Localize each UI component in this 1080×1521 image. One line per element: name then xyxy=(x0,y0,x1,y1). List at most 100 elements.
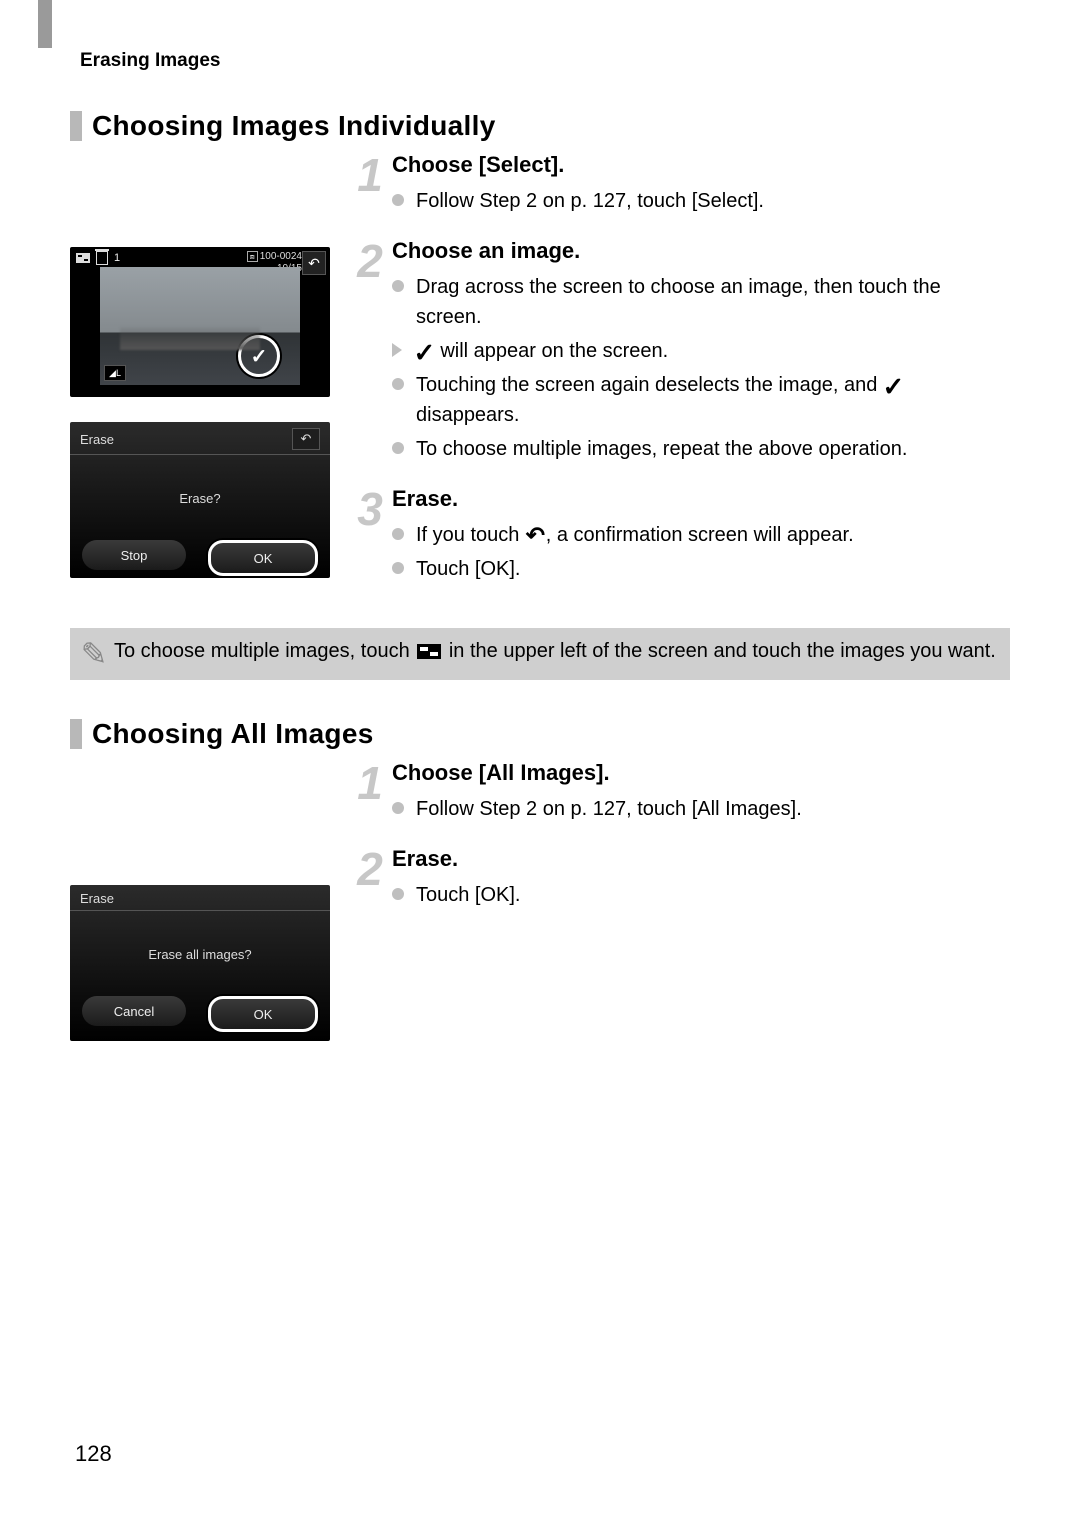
spacer xyxy=(70,760,330,860)
step-1: 1 Choose [Select]. Follow Step 2 on p. 1… xyxy=(350,152,1010,220)
step-number: 1 xyxy=(350,760,390,828)
heading-bar xyxy=(70,719,82,749)
page-number: 128 xyxy=(75,1441,112,1467)
dialog-buttons: Stop OK xyxy=(70,540,330,578)
step-number: 3 xyxy=(350,486,390,588)
back-icon: ↶ xyxy=(302,251,326,275)
heading-text: Choosing Images Individually xyxy=(92,110,496,142)
bullet-text: Follow Step 2 on p. 127, touch [Select]. xyxy=(416,186,1010,216)
back-icon: ↶ xyxy=(292,428,320,450)
step-body: Choose an image. Drag across the screen … xyxy=(392,238,1010,468)
section-heading-all: Choosing All Images xyxy=(70,718,1010,750)
bullet: If you touch ↶, a confirmation screen wi… xyxy=(392,520,1010,550)
step-body: Erase. Touch [OK]. xyxy=(392,846,1010,914)
step-number: 2 xyxy=(350,238,390,468)
quality-badge: ◢L xyxy=(104,365,126,381)
bullet-dot-icon xyxy=(392,528,404,540)
bullet-dot-icon xyxy=(392,888,404,900)
step-title: Choose [All Images]. xyxy=(392,760,1010,786)
tip-text: To choose multiple images, touch in the … xyxy=(114,636,998,666)
checkmark-icon: ✓ xyxy=(882,368,904,407)
step-3: 3 Erase. If you touch ↶, a confirmation … xyxy=(350,486,1010,588)
bullet-text: Touch [OK]. xyxy=(416,880,1010,910)
step-title: Choose [Select]. xyxy=(392,152,1010,178)
dialog-message: Erase all images? xyxy=(70,947,330,962)
ok-button: OK xyxy=(208,996,318,1032)
multi-select-icon xyxy=(76,253,90,263)
bullet-triangle-icon xyxy=(392,343,402,357)
bullet-text: If you touch ↶, a confirmation screen wi… xyxy=(416,520,1010,550)
stop-button: Stop xyxy=(82,540,186,570)
step-body: Choose [Select]. Follow Step 2 on p. 127… xyxy=(392,152,1010,220)
step-title: Erase. xyxy=(392,486,1010,512)
step-number: 1 xyxy=(350,152,390,220)
preview-file: 100-0024 xyxy=(260,251,302,262)
bullet-dot-icon xyxy=(392,442,404,454)
erase-all-dialog-shot: Erase Erase all images? Cancel OK xyxy=(70,885,330,1041)
step-body: Erase. If you touch ↶, a confirmation sc… xyxy=(392,486,1010,588)
ok-button: OK xyxy=(208,540,318,576)
spacer xyxy=(70,152,330,222)
selection-check-icon: ✓ xyxy=(238,335,280,377)
section2-content: Erase Erase all images? Cancel OK 1 Choo… xyxy=(70,760,1010,1041)
multi-select-icon xyxy=(417,644,441,659)
bullet: Touch [OK]. xyxy=(392,880,1010,910)
bullet: Touching the screen again deselects the … xyxy=(392,370,1010,430)
bullet: Follow Step 2 on p. 127, touch [Select]. xyxy=(392,186,1010,216)
bullet: Touch [OK]. xyxy=(392,554,1010,584)
bullet-dot-icon xyxy=(392,802,404,814)
camera-preview-shot: 1 ⧈100-0024 10/15 ↶ ◢L ✓ xyxy=(70,247,330,397)
pencil-note-icon: ✎ xyxy=(74,636,114,670)
step-2: 2 Erase. Touch [OK]. xyxy=(350,846,1010,914)
section2-right: 1 Choose [All Images]. Follow Step 2 on … xyxy=(350,760,1010,1041)
bullet: To choose multiple images, repeat the ab… xyxy=(392,434,1010,464)
bullet-dot-icon xyxy=(392,280,404,292)
bullet-text: To choose multiple images, repeat the ab… xyxy=(416,434,1010,464)
heading-bar xyxy=(70,111,82,141)
bullet-text: Touch [OK]. xyxy=(416,554,1010,584)
checkmark-icon: ✓ xyxy=(413,334,435,373)
dialog-title-row: Erase ↶ xyxy=(70,428,330,454)
divider xyxy=(70,910,330,911)
bullet-dot-icon xyxy=(392,378,404,390)
page: Erasing Images Choosing Images Individua… xyxy=(0,0,1080,1521)
bullet: Drag across the screen to choose an imag… xyxy=(392,272,1010,332)
bullet-text: ✓ will appear on the screen. xyxy=(414,336,1010,366)
bullet-text: Drag across the screen to choose an imag… xyxy=(416,272,1010,332)
section1-right: 1 Choose [Select]. Follow Step 2 on p. 1… xyxy=(350,152,1010,606)
bullet-text: Touching the screen again deselects the … xyxy=(416,370,1010,430)
erase-confirm-dialog-shot: Erase ↶ Erase? Stop OK xyxy=(70,422,330,578)
section1-left: 1 ⧈100-0024 10/15 ↶ ◢L ✓ Erase ↶ xyxy=(70,152,330,606)
dialog-title: Erase xyxy=(80,432,114,447)
step-title: Erase. xyxy=(392,846,1010,872)
dialog-buttons: Cancel OK xyxy=(70,996,330,1040)
trash-icon xyxy=(96,251,108,265)
dialog-message: Erase? xyxy=(70,491,330,506)
preview-top-left: 1 xyxy=(76,251,120,265)
preview-count: 1 xyxy=(114,252,120,264)
bullet-dot-icon xyxy=(392,562,404,574)
bullet: Follow Step 2 on p. 127, touch [All Imag… xyxy=(392,794,1010,824)
step-1: 1 Choose [All Images]. Follow Step 2 on … xyxy=(350,760,1010,828)
return-icon: ↶ xyxy=(526,519,545,554)
breadcrumb: Erasing Images xyxy=(80,50,1010,72)
page-tab-mark xyxy=(38,0,52,48)
step-title: Choose an image. xyxy=(392,238,1010,264)
tip-box: ✎ To choose multiple images, touch in th… xyxy=(70,628,1010,680)
dialog-title-row: Erase xyxy=(70,891,330,910)
bullet-text: Follow Step 2 on p. 127, touch [All Imag… xyxy=(416,794,1010,824)
bullet: ✓ will appear on the screen. xyxy=(392,336,1010,366)
dialog-title: Erase xyxy=(80,891,114,906)
preview-image: ◢L ✓ xyxy=(100,267,300,385)
step-number: 2 xyxy=(350,846,390,914)
step-2: 2 Choose an image. Drag across the scree… xyxy=(350,238,1010,468)
cancel-button: Cancel xyxy=(82,996,186,1026)
section-heading-individually: Choosing Images Individually xyxy=(70,110,1010,142)
section2-left: Erase Erase all images? Cancel OK xyxy=(70,760,330,1041)
bullet-dot-icon xyxy=(392,194,404,206)
divider xyxy=(70,454,330,455)
step-body: Choose [All Images]. Follow Step 2 on p.… xyxy=(392,760,1010,828)
preview-topbar: 1 ⧈100-0024 10/15 xyxy=(70,247,330,267)
heading-text: Choosing All Images xyxy=(92,718,374,750)
section1-content: 1 ⧈100-0024 10/15 ↶ ◢L ✓ Erase ↶ xyxy=(70,152,1010,606)
